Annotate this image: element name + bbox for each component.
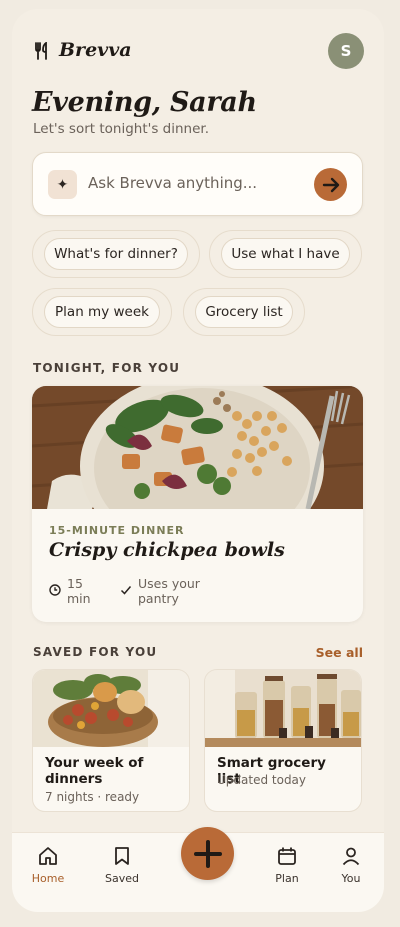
user-icon (342, 847, 360, 866)
ask-placeholder: Ask Brevva anything... (88, 174, 258, 192)
ask-input[interactable]: ✦ Ask Brevva anything... (32, 152, 363, 216)
pantry-jars-photo (205, 670, 361, 747)
recipe-photo (32, 386, 363, 509)
tab-label: You (341, 872, 361, 885)
tab-home[interactable]: Home (20, 845, 76, 885)
tab-you[interactable]: You (323, 845, 379, 885)
section-title-tonight: TONIGHT, FOR YOU (33, 361, 181, 375)
bookmark-icon (115, 847, 129, 865)
tab-label: Saved (105, 872, 139, 885)
chip-grocery-list[interactable]: Grocery list (183, 288, 305, 336)
app-logo: Brevva (59, 39, 132, 61)
saved-card-subtitle: Updated today (217, 773, 307, 787)
chip-whats-for-dinner[interactable]: What's for dinner? (32, 230, 200, 278)
chip-use-what-i-have[interactable]: Use what I have (209, 230, 362, 278)
recipe-kicker: 15-MINUTE DINNER (49, 524, 185, 537)
recipe-pantry: Uses your pantry (120, 576, 200, 606)
recipe-time-value: 15 (67, 576, 83, 591)
pumpkin-basket-photo (33, 670, 189, 747)
app-header: Brevva S (32, 33, 364, 81)
send-button[interactable] (314, 168, 347, 201)
avatar[interactable]: S (328, 33, 364, 69)
calendar-icon (278, 847, 296, 865)
chip-label: Use what I have (221, 238, 350, 270)
section-title-saved: SAVED FOR YOU (33, 645, 158, 659)
recipe-time-unit: min (67, 591, 91, 606)
saved-card-title: Your week of dinners (45, 755, 181, 787)
saved-card-week[interactable]: Your week of dinners 7 nights · ready (32, 669, 190, 812)
see-all-link[interactable]: See all (316, 645, 363, 660)
saved-card-grocery[interactable]: Smart grocery list Updated today (204, 669, 362, 812)
app-screen: Brevva S Evening, Sarah Let's sort tonig… (12, 9, 384, 912)
page-title: Evening, Sarah (32, 87, 257, 118)
tab-label: Home (31, 872, 65, 885)
saved-card-subtitle: 7 nights · ready (45, 790, 140, 804)
add-button[interactable] (181, 827, 234, 880)
page-subtitle: Let's sort tonight's dinner. (33, 121, 210, 137)
saved-card-title-line1: Your week of (45, 755, 144, 771)
chip-label: Grocery list (195, 296, 293, 328)
sparkle-icon: ✦ (48, 170, 77, 199)
clock-icon (49, 584, 61, 596)
arrow-right-icon (322, 177, 339, 192)
tab-label: Plan (275, 872, 299, 885)
tab-saved[interactable]: Saved (94, 845, 150, 885)
plus-icon (193, 839, 222, 868)
recipe-pantry-line1: Uses your (138, 576, 200, 591)
saved-card-title-line2: dinners (45, 771, 103, 787)
recipe-title: Crispy chickpea bowls (49, 539, 285, 561)
recipe-time: 15 min (49, 576, 91, 606)
utensils-icon (35, 42, 47, 60)
home-icon (39, 847, 57, 865)
chip-plan-my-week[interactable]: Plan my week (32, 288, 172, 336)
chip-label: Plan my week (44, 296, 160, 328)
tab-plan[interactable]: Plan (259, 845, 315, 885)
featured-recipe-card[interactable]: 15-MINUTE DINNER Crispy chickpea bowls 1… (32, 386, 363, 622)
chip-label: What's for dinner? (44, 238, 188, 270)
recipe-pantry-line2: pantry (138, 591, 179, 606)
bottom-tab-bar: Home Saved Plan You (12, 827, 384, 912)
check-icon (120, 586, 132, 595)
